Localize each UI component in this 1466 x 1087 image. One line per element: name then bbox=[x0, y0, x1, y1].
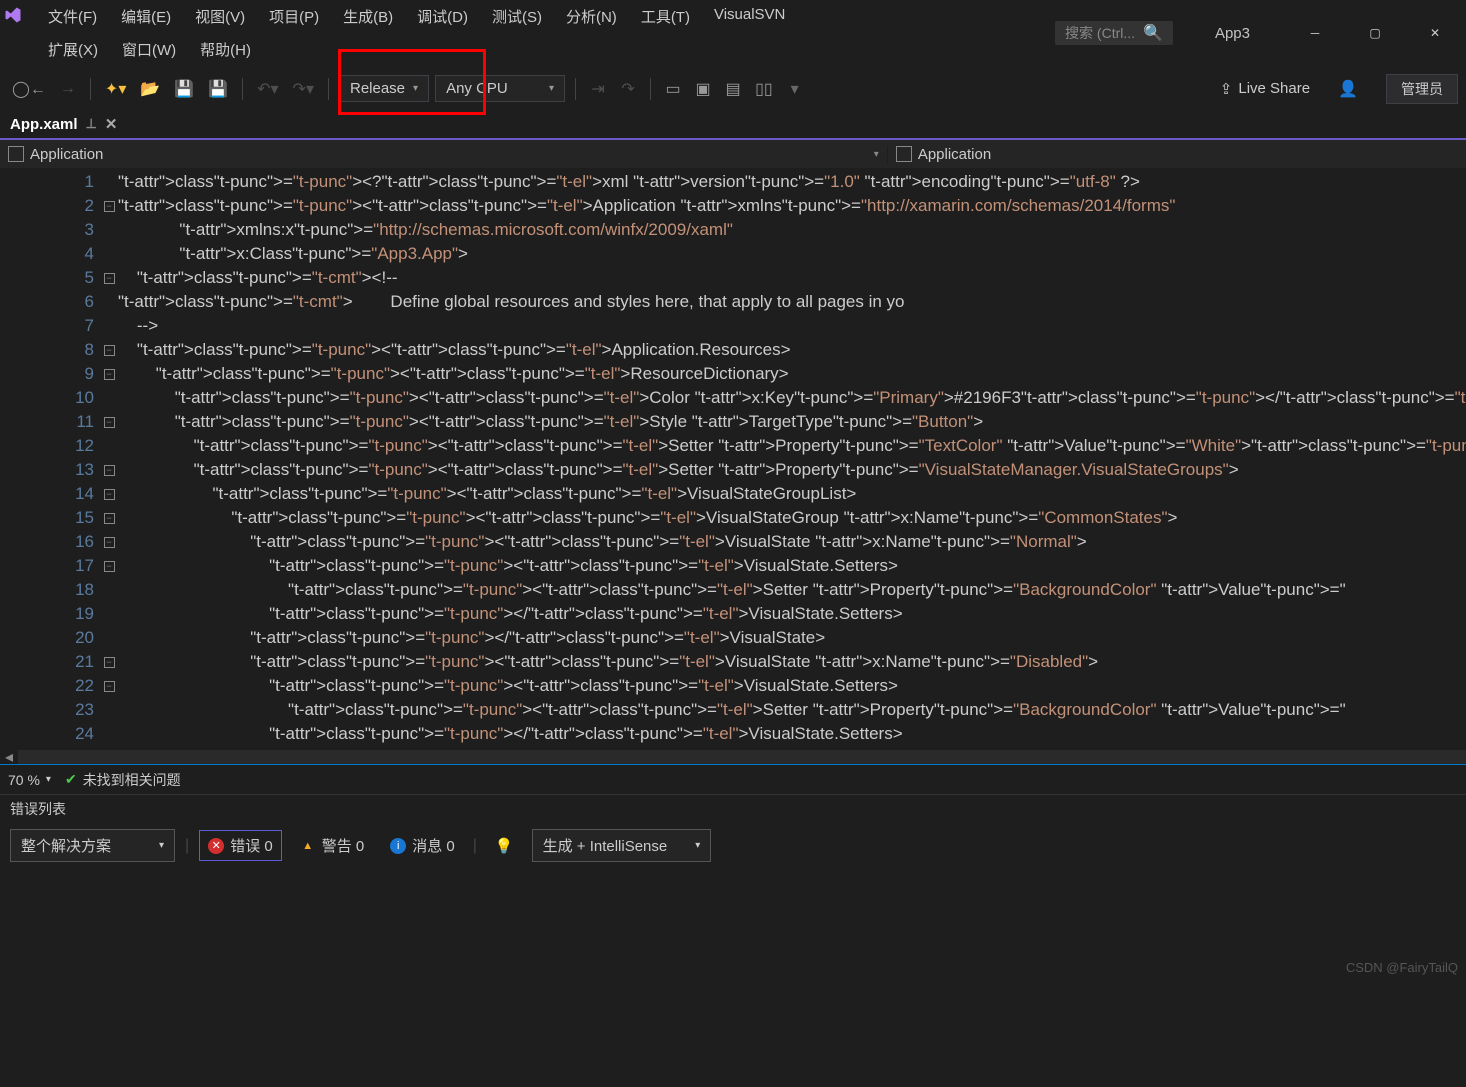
title-search[interactable]: 搜索 (Ctrl... 🔍 bbox=[1055, 21, 1173, 45]
app-icon bbox=[8, 146, 24, 162]
maximize-button[interactable]: ▢ bbox=[1352, 17, 1398, 49]
save-all-button[interactable]: 💾 bbox=[204, 75, 232, 103]
platform-combo[interactable]: Any CPU▾ bbox=[435, 75, 565, 102]
menu-debug[interactable]: 调试(D) bbox=[405, 0, 480, 33]
minimize-button[interactable]: ─ bbox=[1292, 17, 1338, 49]
device-icon-1[interactable]: ▭ bbox=[661, 75, 685, 103]
main-toolbar: ◯← → ✦▾ 📂 💾 💾 ↶▾ ↷▾ Release▾ Any CPU▾ ⇥ … bbox=[0, 66, 1466, 110]
error-list-title: 错误列表 bbox=[10, 799, 66, 819]
tab-app-xaml[interactable]: App.xaml ⊥ ✕ bbox=[0, 111, 127, 137]
nav-combo-row: Application▾ Application▾ ╪ bbox=[0, 140, 1466, 168]
app-name: App3 bbox=[1187, 25, 1278, 42]
search-icon: 🔍 bbox=[1143, 23, 1163, 43]
share-icon: ⇪ bbox=[1220, 80, 1233, 98]
menu-view[interactable]: 视图(V) bbox=[183, 0, 257, 33]
menu-analyze[interactable]: 分析(N) bbox=[554, 0, 629, 33]
menu-edit[interactable]: 编辑(E) bbox=[109, 0, 183, 33]
editor-status-bar: 70 % ▾ ✔未找到相关问题 行: 1 字符: 1 空格 UTF-8 (BOM… bbox=[0, 764, 1466, 794]
code-editor[interactable]: 1234567891011121314151617181920212223242… bbox=[0, 168, 1466, 750]
fold-column[interactable]: −−−−−−−−−−−− bbox=[100, 168, 118, 750]
step-over-icon[interactable]: ↷ bbox=[616, 75, 640, 103]
error-scope-combo[interactable]: 整个解决方案▾ bbox=[10, 829, 175, 862]
errors-filter[interactable]: ✕错误 0 bbox=[199, 830, 282, 861]
menu-bar: 文件(F) 编辑(E) 视图(V) 项目(P) 生成(B) 调试(D) 测试(S… bbox=[8, 0, 878, 66]
menu-help[interactable]: 帮助(H) bbox=[188, 33, 263, 66]
menu-test[interactable]: 测试(S) bbox=[480, 0, 554, 33]
document-tab-row: App.xaml ⊥ ✕ ▾ ⚙ bbox=[0, 110, 1466, 140]
live-share-button[interactable]: ⇪ Live Share bbox=[1220, 80, 1310, 98]
menu-build[interactable]: 生成(B) bbox=[331, 0, 405, 33]
messages-filter[interactable]: i消息 0 bbox=[382, 831, 463, 860]
menu-project[interactable]: 项目(P) bbox=[257, 0, 331, 33]
nav-combo-left[interactable]: Application▾ bbox=[0, 146, 888, 163]
code-area[interactable]: "t-attr">class"t-punc">="t-punc"><?"t-at… bbox=[118, 168, 1466, 750]
nav-combo-right[interactable]: Application▾ bbox=[888, 146, 1466, 163]
toolbar-overflow[interactable]: ▾ bbox=[783, 75, 807, 103]
undo-button[interactable]: ↶▾ bbox=[253, 75, 282, 103]
save-button[interactable]: 💾 bbox=[170, 75, 198, 103]
bulb-icon[interactable]: 💡 bbox=[487, 833, 522, 859]
close-button[interactable]: ✕ bbox=[1412, 17, 1458, 49]
new-item-button[interactable]: ✦▾ bbox=[101, 75, 130, 103]
menu-file[interactable]: 文件(F) bbox=[36, 0, 109, 33]
open-button[interactable]: 📂 bbox=[136, 75, 164, 103]
horizontal-scrollbar[interactable]: ◂▸ bbox=[0, 750, 1466, 764]
warnings-filter[interactable]: ▲警告 0 bbox=[292, 831, 373, 860]
issues-status[interactable]: ✔未找到相关问题 bbox=[65, 770, 181, 790]
nav-back-button[interactable]: ◯← bbox=[8, 75, 50, 103]
redo-button[interactable]: ↷▾ bbox=[289, 75, 318, 103]
pin-icon[interactable]: ⊥ bbox=[86, 116, 97, 132]
error-list-panel: 错误列表 ▾ ⊥ ✕ 整个解决方案▾ | ✕错误 0 ▲警告 0 i消息 0 |… bbox=[0, 794, 1466, 920]
step-into-icon[interactable]: ⇥ bbox=[586, 75, 610, 103]
watermark: CSDN @FairyTailQ bbox=[1346, 960, 1458, 975]
menu-extensions[interactable]: 扩展(X) bbox=[36, 33, 110, 66]
title-bar: 文件(F) 编辑(E) 视图(V) 项目(P) 生成(B) 调试(D) 测试(S… bbox=[0, 0, 1466, 66]
app-icon bbox=[896, 146, 912, 162]
zoom-combo[interactable]: 70 % ▾ bbox=[8, 772, 51, 788]
build-config-combo[interactable]: Release▾ bbox=[339, 75, 429, 102]
feedback-icon[interactable]: 👤 bbox=[1334, 75, 1362, 103]
device-icon-2[interactable]: ▣ bbox=[691, 75, 715, 103]
menu-window[interactable]: 窗口(W) bbox=[110, 33, 188, 66]
close-tab-icon[interactable]: ✕ bbox=[105, 115, 118, 133]
admin-button[interactable]: 管理员 bbox=[1386, 74, 1458, 104]
device-icon-4[interactable]: ▯▯ bbox=[751, 75, 777, 103]
error-mode-combo[interactable]: 生成 + IntelliSense▾ bbox=[532, 829, 712, 862]
line-gutter: 1234567891011121314151617181920212223242… bbox=[0, 168, 100, 750]
vs-logo-icon bbox=[4, 6, 22, 24]
menu-visualsvn[interactable]: VisualSVN bbox=[702, 0, 797, 33]
device-icon-3[interactable]: ▤ bbox=[721, 75, 745, 103]
menu-tools[interactable]: 工具(T) bbox=[629, 0, 702, 33]
nav-forward-button[interactable]: → bbox=[56, 75, 80, 103]
